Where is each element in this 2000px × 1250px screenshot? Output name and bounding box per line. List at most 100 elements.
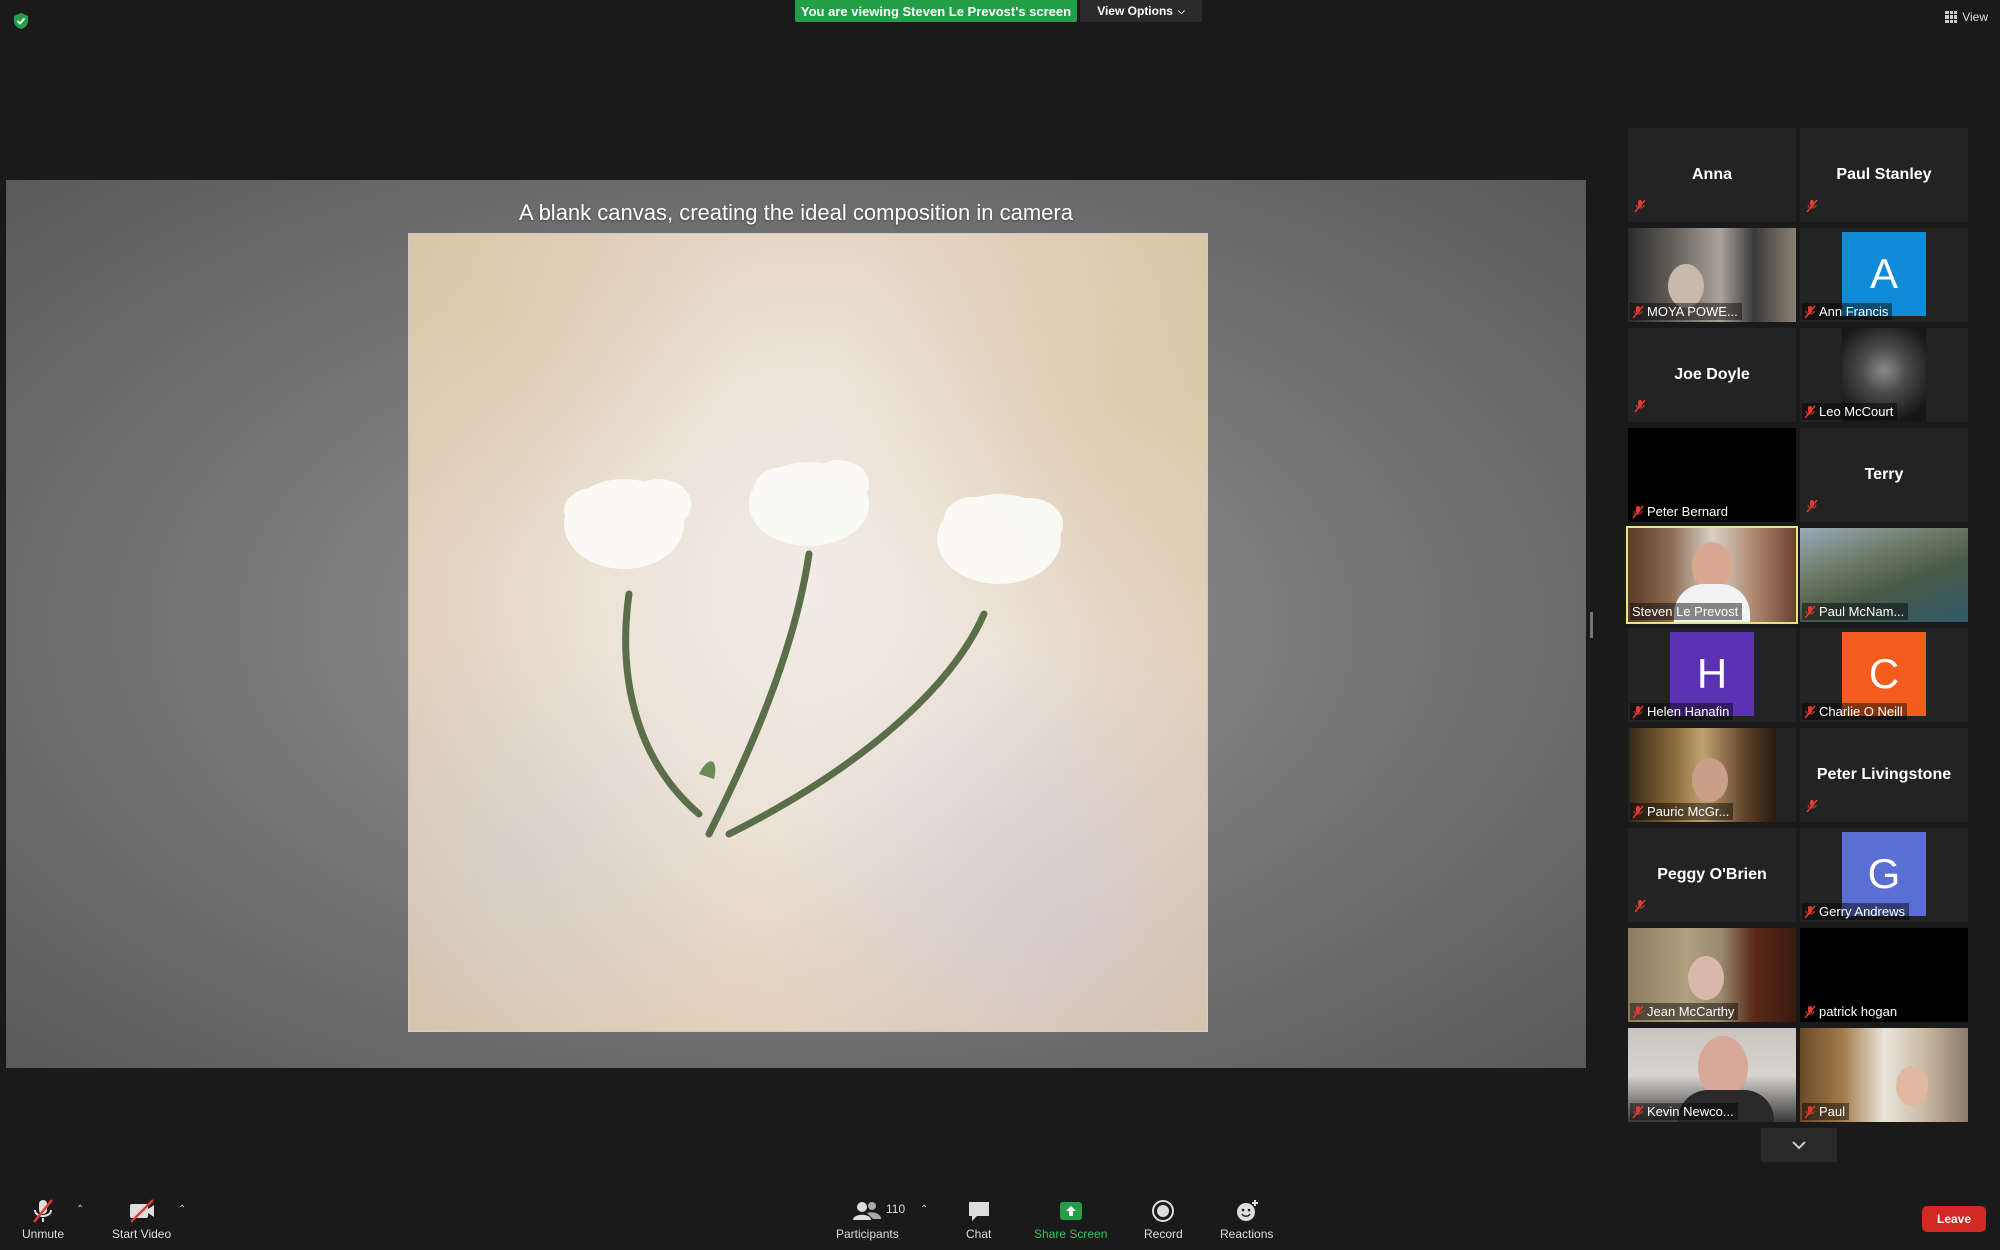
view-layout-button[interactable]: View xyxy=(1945,10,1988,24)
mic-muted-icon xyxy=(1806,799,1818,818)
participant-tile[interactable]: Peter Bernard xyxy=(1628,428,1796,522)
participants-options-caret-icon[interactable]: ⌃ xyxy=(920,1204,928,1215)
mic-muted-icon xyxy=(1804,705,1816,718)
participants-icon xyxy=(853,1202,882,1220)
participant-face xyxy=(1668,264,1704,308)
chat-button[interactable]: Chat xyxy=(966,1198,991,1241)
mic-muted-icon xyxy=(1804,905,1816,918)
participant-label: Peter Bernard xyxy=(1630,503,1732,520)
participant-label: Charlie O Neill xyxy=(1802,703,1907,720)
participant-name: Jean McCarthy xyxy=(1647,1004,1735,1019)
share-screen-icon xyxy=(1059,1202,1082,1220)
record-button[interactable]: Record xyxy=(1144,1198,1183,1241)
participant-label: patrick hogan xyxy=(1802,1003,1902,1020)
participant-name: Paul McNam... xyxy=(1819,604,1905,619)
unmute-label: Unmute xyxy=(22,1227,65,1241)
mic-muted-icon xyxy=(1632,1005,1644,1018)
encryption-shield-icon[interactable] xyxy=(12,12,30,30)
participant-tile[interactable]: C Charlie O Neill xyxy=(1800,628,1968,722)
mic-muted-icon xyxy=(1804,605,1816,618)
share-screen-button[interactable]: Share Screen xyxy=(1034,1198,1107,1241)
start-video-button[interactable]: Start Video xyxy=(112,1198,171,1241)
participant-name: Leo McCourt xyxy=(1819,404,1894,419)
participant-name: Peter Livingstone xyxy=(1816,766,1952,783)
mic-muted-icon xyxy=(1804,1105,1816,1118)
unmute-button[interactable]: Unmute xyxy=(22,1198,64,1241)
participant-tile[interactable]: Peter Livingstone xyxy=(1800,728,1968,822)
mic-muted-icon xyxy=(1632,705,1644,718)
participant-tile[interactable]: Jean McCarthy xyxy=(1628,928,1796,1022)
leave-meeting-button[interactable]: Leave xyxy=(1922,1206,1986,1232)
chat-icon xyxy=(968,1202,989,1221)
microphone-muted-icon xyxy=(33,1199,53,1223)
record-label: Record xyxy=(1144,1227,1183,1241)
mic-muted-icon xyxy=(1804,305,1816,318)
participant-face xyxy=(1692,758,1728,802)
reactions-button[interactable]: Reactions xyxy=(1220,1198,1273,1241)
participant-face xyxy=(1896,1066,1928,1106)
participant-label: Pauric McGr... xyxy=(1630,803,1734,820)
participant-label: Leo McCourt xyxy=(1802,403,1898,420)
participant-face xyxy=(1688,956,1724,1000)
start-video-label: Start Video xyxy=(112,1227,172,1241)
participant-name: Peggy O'Brien xyxy=(1657,866,1767,883)
participant-tile[interactable]: H Helen Hanafin xyxy=(1628,628,1796,722)
participants-label: Participants xyxy=(836,1227,899,1241)
participant-tile[interactable]: Joe Doyle xyxy=(1628,328,1796,422)
slide-title: A blank canvas, creating the ideal compo… xyxy=(519,200,1073,225)
participant-tile[interactable]: Paul Stanley xyxy=(1800,128,1968,222)
participant-tile[interactable]: G Gerry Andrews xyxy=(1800,828,1968,922)
participant-label: Jean McCarthy xyxy=(1630,1003,1739,1020)
audio-options-caret-icon[interactable]: ⌃ xyxy=(76,1204,84,1215)
participant-tile[interactable]: MOYA POWE... xyxy=(1628,228,1796,322)
mic-muted-icon xyxy=(1804,405,1816,418)
chevron-down-icon xyxy=(1792,1141,1806,1150)
participant-face xyxy=(1692,542,1732,590)
share-screen-label: Share Screen xyxy=(1034,1227,1108,1241)
chevron-down-icon: ⌵ xyxy=(1177,5,1185,16)
participant-label: MOYA POWE... xyxy=(1630,303,1742,320)
chat-label: Chat xyxy=(966,1227,992,1241)
gallery-next-page-button[interactable] xyxy=(1761,1128,1837,1162)
participant-label: Ann Francis xyxy=(1802,303,1893,320)
mic-muted-icon xyxy=(1632,1105,1644,1118)
shared-screen[interactable]: A blank canvas, creating the ideal compo… xyxy=(6,180,1586,1068)
mic-muted-icon xyxy=(1634,399,1646,418)
participant-tile[interactable]: Terry xyxy=(1800,428,1968,522)
mic-muted-icon xyxy=(1632,305,1644,318)
participant-tile[interactable]: Peggy O'Brien xyxy=(1628,828,1796,922)
view-options-label: View Options xyxy=(1097,4,1173,18)
participant-tile[interactable]: Paul xyxy=(1800,1028,1968,1122)
participant-tile[interactable]: Leo McCourt xyxy=(1800,328,1968,422)
mic-muted-icon xyxy=(1632,805,1644,818)
grid-icon xyxy=(1945,11,1958,23)
participant-name: Kevin Newco... xyxy=(1647,1104,1734,1119)
participant-tile[interactable]: Paul McNam... xyxy=(1800,528,1968,622)
participant-name: Pauric McGr... xyxy=(1647,804,1730,819)
participant-name: Charlie O Neill xyxy=(1819,704,1903,719)
participant-label: Steven Le Prevost xyxy=(1630,603,1743,620)
mic-muted-icon xyxy=(1804,1005,1816,1018)
participant-name: MOYA POWE... xyxy=(1647,304,1738,319)
reactions-label: Reactions xyxy=(1220,1227,1274,1241)
participant-tile[interactable]: patrick hogan xyxy=(1800,928,1968,1022)
panel-resize-handle[interactable] xyxy=(1590,612,1593,638)
participant-name: Steven Le Prevost xyxy=(1632,604,1739,619)
participant-tile[interactable]: Anna xyxy=(1628,128,1796,222)
view-options-button[interactable]: View Options ⌵ xyxy=(1080,0,1202,22)
reactions-icon xyxy=(1236,1200,1258,1221)
mic-muted-icon xyxy=(1632,505,1644,518)
video-options-caret-icon[interactable]: ⌃ xyxy=(178,1204,186,1215)
participant-name: Paul Stanley xyxy=(1836,166,1932,183)
participant-name: Gerry Andrews xyxy=(1819,904,1905,919)
participant-name: Paul xyxy=(1819,1104,1846,1119)
mic-muted-icon xyxy=(1634,199,1646,218)
participant-tile[interactable]: Pauric McGr... xyxy=(1628,728,1796,822)
mic-muted-icon xyxy=(1634,899,1646,918)
participant-tile[interactable]: Kevin Newco... xyxy=(1628,1028,1796,1122)
view-label: View xyxy=(1962,10,1988,24)
participant-tile[interactable]: A Ann Francis xyxy=(1800,228,1968,322)
participant-name: Joe Doyle xyxy=(1674,366,1750,383)
viewing-screen-banner: You are viewing Steven Le Prevost's scre… xyxy=(795,0,1077,22)
participant-tile-active-speaker[interactable]: Steven Le Prevost xyxy=(1626,526,1798,624)
